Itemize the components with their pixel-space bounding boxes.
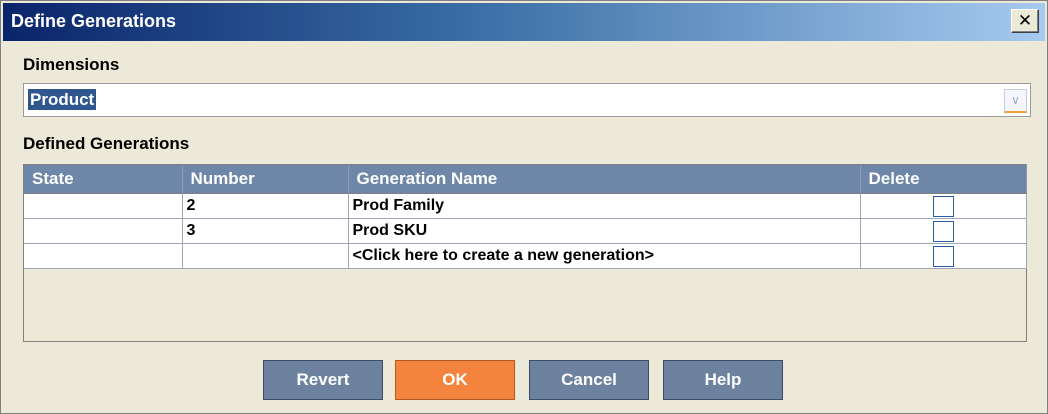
cell-generation-name[interactable]: Prod Family [348, 193, 861, 219]
cancel-button[interactable]: Cancel [529, 360, 649, 400]
chevron-down-icon[interactable]: ∨ [1004, 89, 1027, 113]
cell-delete [860, 243, 1027, 269]
cell-state[interactable] [24, 193, 183, 219]
table-header-row: State Number Generation Name Delete [24, 165, 1027, 194]
window-title: Define Generations [11, 11, 177, 31]
cell-state[interactable] [24, 243, 183, 269]
new-generation-row[interactable]: <Click here to create a new generation> [24, 243, 1027, 269]
defined-generations-label: Defined Generations [23, 134, 190, 153]
delete-checkbox[interactable] [932, 195, 954, 217]
cell-number[interactable] [182, 243, 349, 269]
help-button[interactable]: Help [663, 360, 783, 400]
delete-checkbox[interactable] [932, 220, 954, 242]
ok-button[interactable]: OK [395, 360, 515, 400]
cell-number[interactable]: 2 [182, 193, 349, 219]
close-button[interactable]: ✕ [1011, 9, 1039, 33]
column-header-delete[interactable]: Delete [860, 165, 1027, 194]
table-row[interactable]: 3 Prod SKU [24, 218, 1027, 244]
cell-delete [860, 193, 1027, 219]
cell-generation-name[interactable]: Prod SKU [348, 218, 861, 244]
generations-table: State Number Generation Name Delete 2 Pr… [23, 164, 1027, 342]
column-header-state[interactable]: State [24, 165, 183, 194]
column-header-generation-name[interactable]: Generation Name [348, 165, 861, 194]
cell-state[interactable] [24, 218, 183, 244]
cell-number[interactable]: 3 [182, 218, 349, 244]
revert-button[interactable]: Revert [263, 360, 383, 400]
column-header-number[interactable]: Number [182, 165, 349, 194]
delete-checkbox[interactable] [932, 245, 954, 267]
cell-delete [860, 218, 1027, 244]
dimensions-dropdown[interactable]: Product ∨ [23, 83, 1031, 117]
create-new-generation-cell[interactable]: <Click here to create a new generation> [348, 243, 861, 269]
table-row[interactable]: 2 Prod Family [24, 193, 1027, 219]
dimensions-label: Dimensions [23, 55, 120, 74]
title-bar[interactable]: Define Generations ✕ [3, 3, 1045, 41]
dimensions-selected-value: Product [28, 89, 97, 110]
close-icon: ✕ [1017, 11, 1033, 30]
define-generations-dialog: Define Generations ✕ Dimensions Product … [0, 0, 1048, 414]
